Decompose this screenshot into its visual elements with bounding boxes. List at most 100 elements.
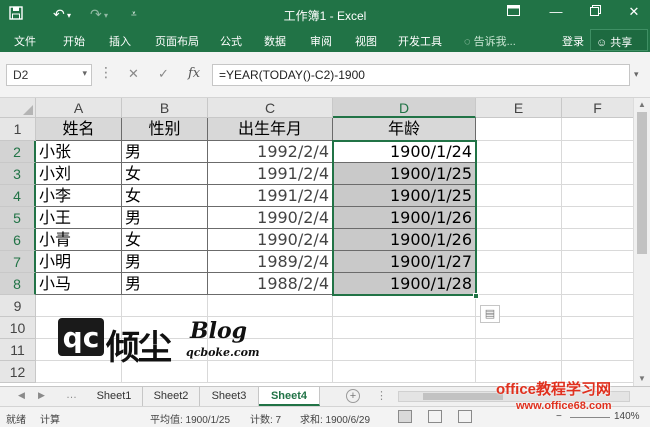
cell-f4[interactable] [562,185,634,207]
cell-f3[interactable] [562,163,634,185]
expand-formula-bar-icon[interactable]: ▾ [634,69,639,80]
scroll-down-icon[interactable]: ▼ [634,374,650,383]
cell-a9[interactable] [36,295,122,317]
scroll-up-icon[interactable]: ▲ [634,100,650,109]
tab-page-layout[interactable]: 页面布局 [155,33,199,49]
row-header-9[interactable]: 9 [0,295,36,317]
cell-c2[interactable]: 1992/2/4 [208,141,333,163]
cell-b8[interactable]: 男 [122,273,208,295]
add-sheet-icon[interactable]: + [346,389,360,403]
cell-c12[interactable] [208,361,333,383]
cell-f9[interactable] [562,295,634,317]
zoom-out-icon[interactable]: − [556,411,562,422]
row-header-1[interactable]: 1 [0,118,36,141]
fill-handle[interactable] [473,293,479,299]
sheet-tab-1[interactable]: Sheet1 [86,387,143,406]
cell-d4[interactable]: 1900/1/25 [333,185,476,207]
cell-d7[interactable]: 1900/1/27 [333,251,476,273]
tab-file[interactable]: 文件 [14,33,36,49]
cell-d6[interactable]: 1900/1/26 [333,229,476,251]
cell-a7[interactable]: 小明 [36,251,122,273]
chevron-down-icon[interactable]: ▾ [82,68,87,79]
cell-e7[interactable] [476,251,562,273]
cell-d11[interactable] [333,339,476,361]
row-header-8[interactable]: 8 [0,273,36,295]
column-header-b[interactable]: B [122,98,208,118]
cell-e6[interactable] [476,229,562,251]
cell-c5[interactable]: 1990/2/4 [208,207,333,229]
column-header-e[interactable]: E [476,98,562,118]
tab-view[interactable]: 视图 [355,33,377,49]
cell-c7[interactable]: 1989/2/4 [208,251,333,273]
tell-me-search[interactable]: ◌ 告诉我... [464,33,516,49]
cell-d9[interactable] [333,295,476,317]
cell-d2[interactable]: 1900/1/24 [333,141,476,163]
cancel-icon[interactable]: ✕ [128,66,139,82]
column-header-d[interactable]: D [333,98,476,118]
cell-d1[interactable]: 年龄 [333,118,476,141]
normal-view-icon[interactable] [398,410,412,423]
cell-c3[interactable]: 1991/2/4 [208,163,333,185]
zoom-slider[interactable] [570,417,610,418]
cell-a3[interactable]: 小刘 [36,163,122,185]
tab-formulas[interactable]: 公式 [220,33,242,49]
vertical-scrollbar[interactable]: ▲ ▼ [633,98,650,386]
cell-d3[interactable]: 1900/1/25 [333,163,476,185]
cell-d10[interactable] [333,317,476,339]
row-header-10[interactable]: 10 [0,317,36,339]
row-header-4[interactable]: 4 [0,185,36,207]
page-break-view-icon[interactable] [458,410,472,423]
cell-c1[interactable]: 出生年月 [208,118,333,141]
tab-review[interactable]: 审阅 [310,33,332,49]
ribbon-display-options-icon[interactable] [504,4,522,19]
tab-insert[interactable]: 插入 [109,33,131,49]
select-all-button[interactable] [0,98,36,118]
cell-d8[interactable]: 1900/1/28 [333,273,476,295]
cell-b9[interactable] [122,295,208,317]
column-header-a[interactable]: A [36,98,122,118]
tab-data[interactable]: 数据 [264,33,286,49]
cell-a4[interactable]: 小李 [36,185,122,207]
close-icon[interactable]: ✕ [625,4,643,20]
cell-c4[interactable]: 1991/2/4 [208,185,333,207]
cell-f10[interactable] [562,317,634,339]
cell-e11[interactable] [476,339,562,361]
cell-f2[interactable] [562,141,634,163]
cell-c8[interactable]: 1988/2/4 [208,273,333,295]
cell-e8[interactable] [476,273,562,295]
cell-a6[interactable]: 小青 [36,229,122,251]
more-tabs-right-icon[interactable]: ⋮ [376,389,387,402]
scroll-tabs-left-icon[interactable]: ◀ [18,390,25,401]
cell-c9[interactable] [208,295,333,317]
share-button[interactable]: ☺ 共享 [590,29,648,51]
row-header-2[interactable]: 2 [0,141,36,163]
formula-input[interactable]: =YEAR(TODAY()-C2)-1900 [212,64,630,86]
zoom-level[interactable]: 140% [614,411,640,422]
minimize-icon[interactable]: — [547,4,565,19]
cell-f11[interactable] [562,339,634,361]
cell-d12[interactable] [333,361,476,383]
cell-b4[interactable]: 女 [122,185,208,207]
cell-d5[interactable]: 1900/1/26 [333,207,476,229]
status-calculate[interactable]: 计算 [40,411,60,426]
cell-e4[interactable] [476,185,562,207]
cell-a2[interactable]: 小张 [36,141,122,163]
restore-icon[interactable] [586,4,604,19]
column-header-c[interactable]: C [208,98,333,118]
cell-e1[interactable] [476,118,562,141]
tab-developer[interactable]: 开发工具 [398,33,442,49]
sheet-tab-4[interactable]: Sheet4 [259,387,320,406]
cell-f6[interactable] [562,229,634,251]
sign-in-link[interactable]: 登录 [562,33,584,49]
name-box[interactable]: D2 ▾ [6,64,92,86]
cell-c6[interactable]: 1990/2/4 [208,229,333,251]
enter-icon[interactable]: ✓ [158,66,169,82]
cell-b2[interactable]: 男 [122,141,208,163]
row-header-12[interactable]: 12 [0,361,36,383]
cell-f5[interactable] [562,207,634,229]
page-layout-view-icon[interactable] [428,410,442,423]
sheet-tab-2[interactable]: Sheet2 [143,387,200,406]
cell-a8[interactable]: 小马 [36,273,122,295]
row-header-11[interactable]: 11 [0,339,36,361]
cell-e3[interactable] [476,163,562,185]
